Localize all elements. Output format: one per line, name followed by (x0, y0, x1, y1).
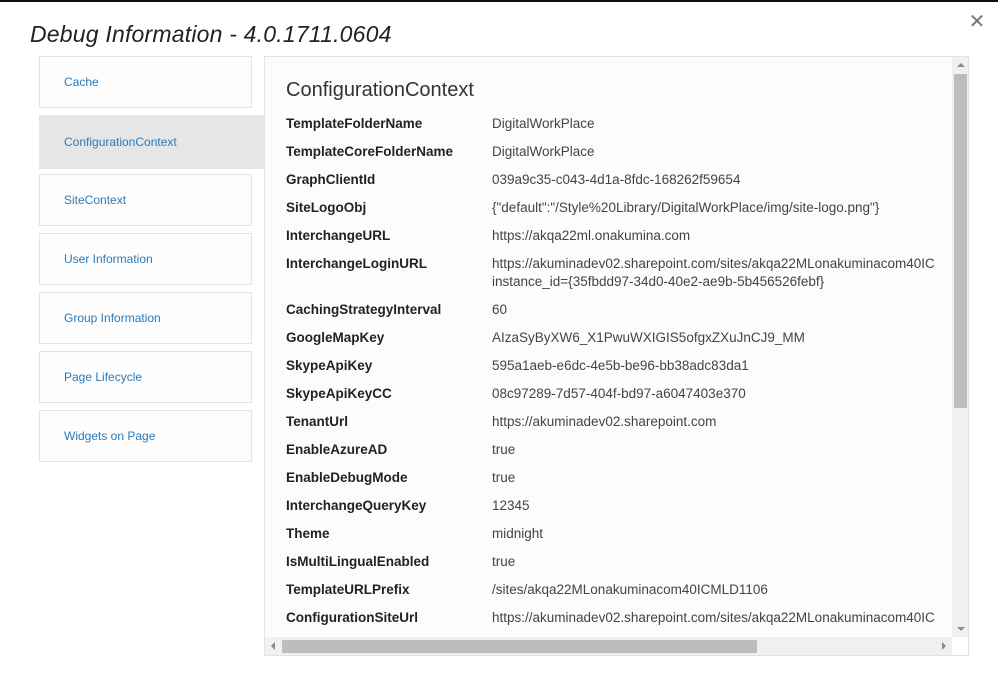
config-key: GoogleMapKey (286, 330, 385, 345)
config-key: SkypeApiKeyCC (286, 386, 392, 401)
scroll-left-arrow-icon[interactable] (265, 637, 281, 655)
horizontal-scroll-thumb[interactable] (282, 640, 757, 653)
top-border (0, 0, 998, 2)
scrollbar-corner (952, 637, 968, 655)
sidebar-item-cache[interactable]: Cache (39, 56, 252, 108)
vertical-scrollbar[interactable] (952, 57, 968, 637)
close-icon[interactable]: ✕ (968, 12, 986, 32)
config-key: SiteLogoObj (286, 200, 367, 215)
config-key: EnableDebugMode (286, 470, 408, 485)
config-key: TenantUrl (286, 414, 349, 429)
sidebar-item-label: Group Information (64, 311, 161, 325)
config-value: https://akuminadev02.sharepoint.com/site… (492, 256, 935, 271)
sidebar-item-sitecontext[interactable]: SiteContext (39, 174, 252, 226)
config-value: https://akuminadev02.sharepoint.com (492, 414, 717, 429)
sidebar-item-label: SiteContext (64, 193, 127, 207)
config-value: true (492, 442, 516, 457)
config-value: https://akuminadev02.sharepoint.com/site… (492, 610, 935, 625)
config-value: 08c97289-7d57-404f-bd97-a6047403e370 (492, 386, 746, 401)
config-value: true (492, 470, 516, 485)
config-value: /sites/akqa22MLonakuminacom40ICMLD1106 (492, 582, 768, 597)
config-value: 039a9c35-c043-4d1a-8fdc-168262f59654 (492, 172, 741, 187)
config-key: TemplateFolderName (286, 116, 423, 131)
config-value: true (492, 554, 516, 569)
config-key: TemplateURLPrefix (286, 582, 410, 597)
sidebar-item-page-lifecycle[interactable]: Page Lifecycle (39, 351, 252, 403)
config-value: DigitalWorkPlace (492, 116, 595, 131)
scroll-up-arrow-icon[interactable] (952, 57, 968, 73)
sidebar-item-widgets-on-page[interactable]: Widgets on Page (39, 410, 252, 462)
sidebar-item-user-information[interactable]: User Information (39, 233, 252, 285)
details-content: ConfigurationContext TemplateFolderName … (286, 57, 951, 637)
sidebar-item-label: User Information (64, 252, 153, 266)
config-value: {"default":"/Style%20Library/DigitalWork… (492, 200, 880, 215)
config-value: midnight (492, 526, 544, 541)
config-value: 595a1aeb-e6dc-4e5b-be96-bb38adc83da1 (492, 358, 749, 373)
config-key: TemplateCoreFolderName (286, 144, 454, 159)
section-title: ConfigurationContext (286, 79, 474, 101)
config-key: CachingStrategyInterval (286, 302, 442, 317)
sidebar-item-label: Page Lifecycle (64, 370, 143, 384)
scroll-right-arrow-icon[interactable] (936, 637, 952, 655)
config-value: 12345 (492, 498, 530, 513)
config-value: AIzaSyByXW6_X1PwuWXIGIS5ofgxZXuJnCJ9_MM (492, 330, 805, 345)
config-key: ConfigurationSiteUrl (286, 610, 418, 625)
config-value: DigitalWorkPlace (492, 144, 595, 159)
config-value: https://akqa22ml.onakumina.com (492, 228, 691, 243)
config-value: 60 (492, 302, 508, 317)
config-key: IsMultiLingualEnabled (286, 554, 430, 569)
dialog-title: Debug Information - 4.0.1711.0604 (30, 21, 392, 47)
horizontal-scrollbar[interactable] (265, 637, 952, 655)
config-key: GraphClientId (286, 172, 376, 187)
sidebar-item-label: Widgets on Page (64, 429, 156, 443)
config-key: Theme (286, 526, 330, 541)
scroll-down-arrow-icon[interactable] (952, 621, 968, 637)
config-key: SkypeApiKey (286, 358, 373, 373)
config-key: EnableAzureAD (286, 442, 388, 457)
config-key: InterchangeLoginURL (286, 256, 427, 271)
sidebar-item-label: Cache (64, 75, 99, 89)
sidebar-item-label: ConfigurationContext (64, 135, 177, 149)
sidebar-item-group-information[interactable]: Group Information (39, 292, 252, 344)
config-key: InterchangeURL (286, 228, 391, 243)
vertical-scroll-thumb[interactable] (954, 74, 967, 408)
sidebar-item-configurationcontext[interactable]: ConfigurationContext (39, 115, 265, 169)
config-key: InterchangeQueryKey (286, 498, 427, 513)
config-value-continued: instance_id={35fbdd97-34d0-40e2-ae9b-5b4… (492, 274, 825, 289)
details-panel: ConfigurationContext TemplateFolderName … (264, 56, 969, 656)
